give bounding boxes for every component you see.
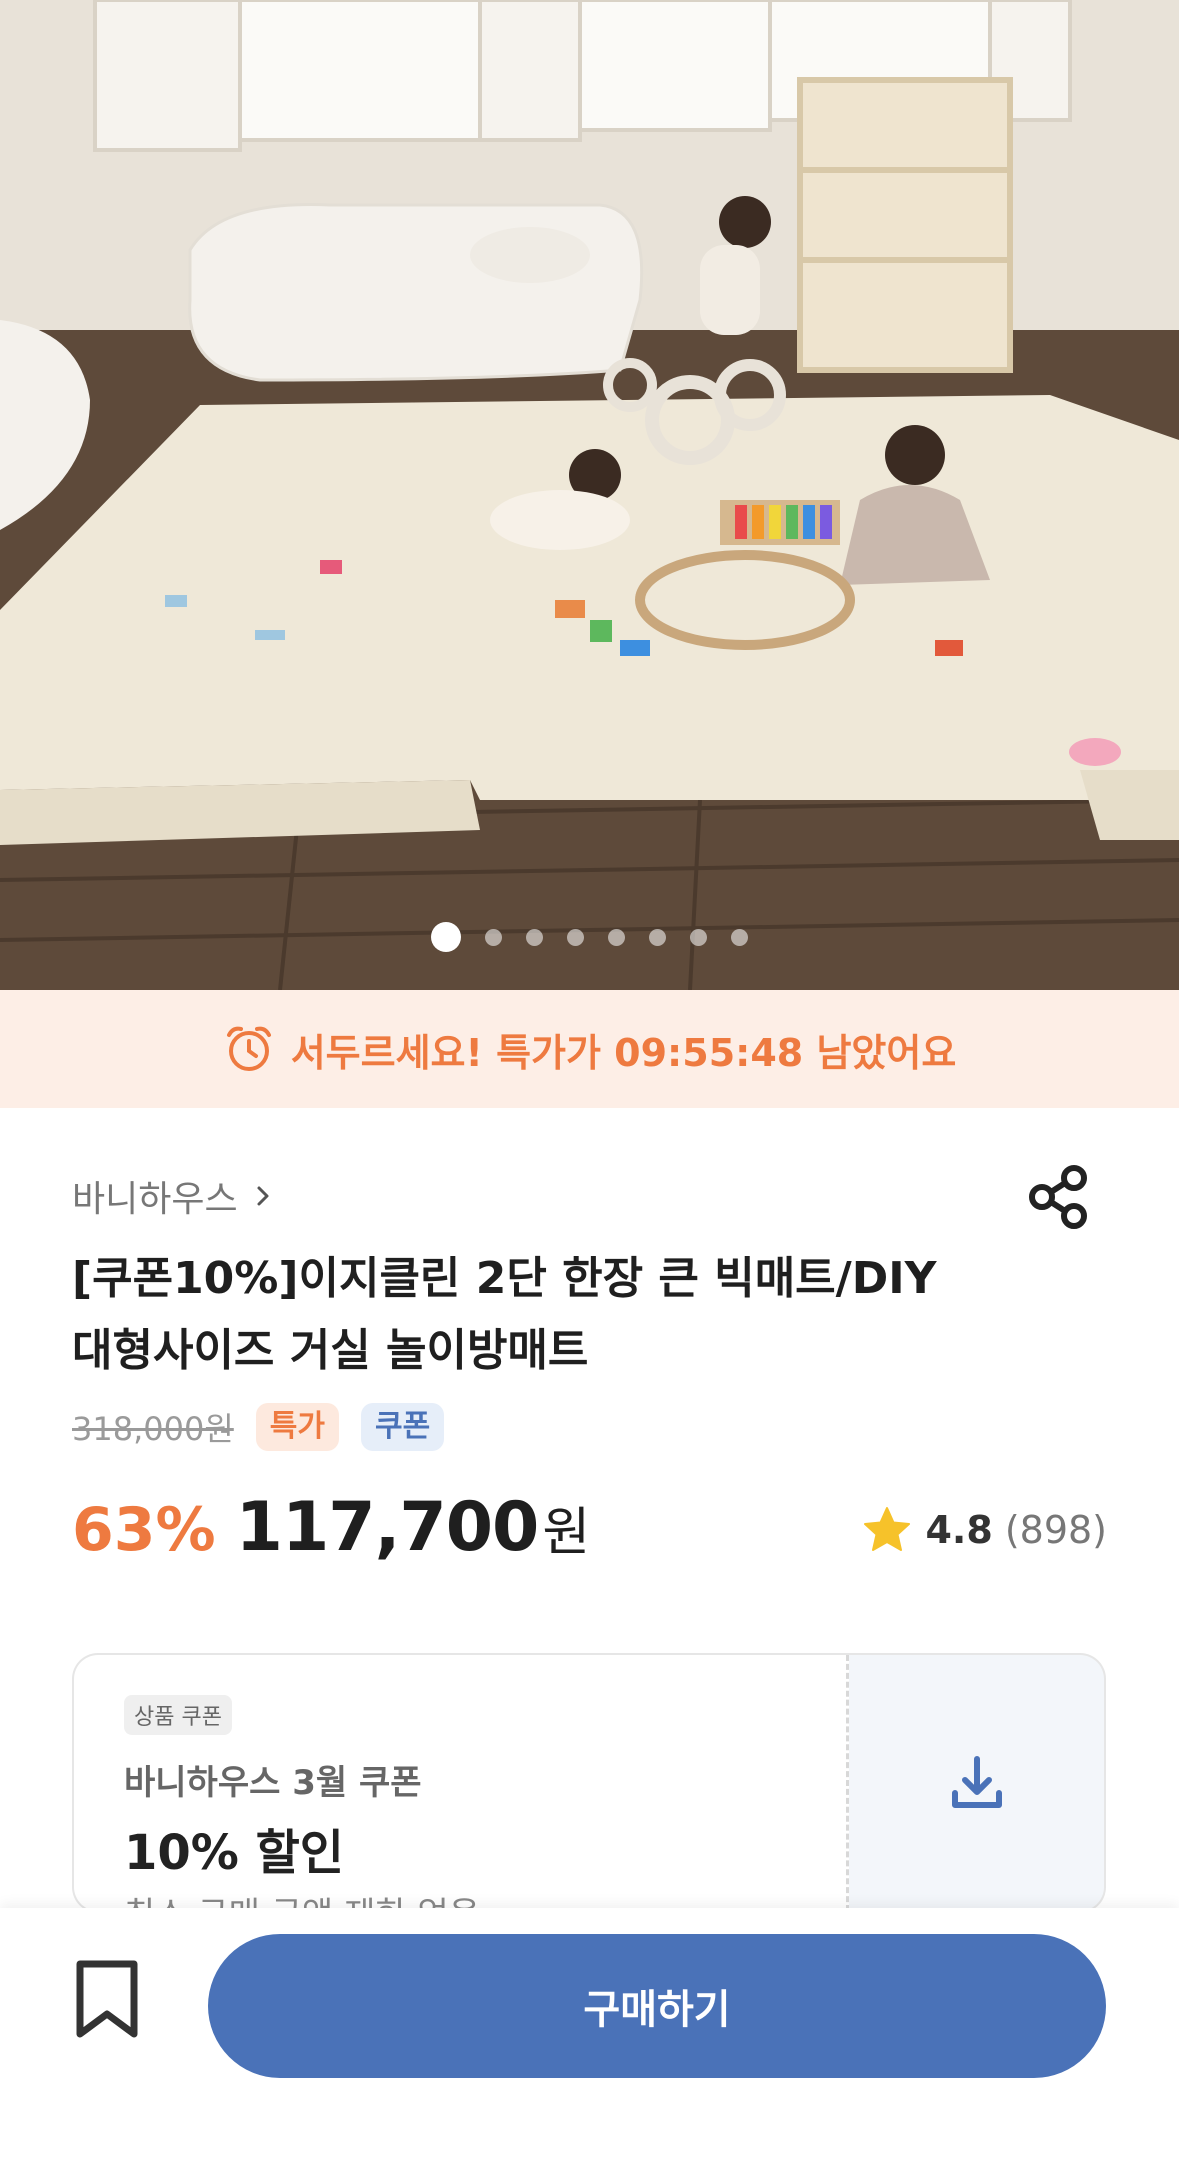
- coupon-badge: 상품 쿠폰: [124, 1695, 232, 1735]
- sale-tag: 특가: [255, 1403, 339, 1451]
- coupon-tag: 쿠폰: [360, 1403, 445, 1451]
- product-title-line1: [쿠폰10%]이지클린 2단 한장 큰 빅매트/DIY: [72, 1253, 937, 1304]
- original-price-row: 318,000원 특가 쿠폰: [72, 1403, 445, 1451]
- rating-score: 4.8: [925, 1508, 993, 1552]
- bookmark-icon[interactable]: [72, 1958, 142, 2040]
- buy-button[interactable]: 구매하기: [208, 1934, 1106, 2078]
- coupon-card: 상품 쿠폰 바니하우스 3월 쿠폰 10% 할인 최소 구매 금액 제한 없음: [72, 1653, 849, 1913]
- product-title: [쿠폰10%]이지클린 2단 한장 큰 빅매트/DIY 대형사이즈 거실 놀이방…: [72, 1243, 1052, 1387]
- carousel-dot[interactable]: [567, 928, 584, 946]
- carousel-dot[interactable]: [526, 928, 543, 946]
- bottom-action-bar: 구매하기: [0, 1908, 1179, 2176]
- sale-price: 117,700: [235, 1488, 540, 1567]
- product-detail-page: 서두르세요! 특가가 09:55:48 남았어요 바니하우스 [쿠폰10%]이지…: [0, 0, 1179, 2176]
- deal-countdown-text: 서두르세요! 특가가 09:55:48 남았어요: [290, 1030, 957, 1075]
- download-icon: [951, 1756, 1002, 1808]
- discount-rate: 63%: [72, 1495, 216, 1565]
- coupon-value: 10% 할인: [124, 1825, 344, 1881]
- coupon-download-button[interactable]: [849, 1653, 1106, 1913]
- chevron-right-icon: [257, 1186, 269, 1206]
- carousel-dot[interactable]: [731, 928, 748, 946]
- carousel-dot[interactable]: [690, 928, 707, 946]
- price-row: 63% 117,700 원: [72, 1488, 590, 1567]
- carousel-dot[interactable]: [608, 928, 625, 946]
- carousel-dot[interactable]: [485, 928, 502, 946]
- carousel-indicator: [0, 922, 1179, 952]
- product-image-carousel[interactable]: [0, 0, 1179, 990]
- brand-link[interactable]: 바니하우스: [72, 1170, 274, 1222]
- product-photo: [0, 0, 1179, 990]
- review-count: (898): [1004, 1508, 1107, 1552]
- share-icon[interactable]: [1024, 1162, 1094, 1232]
- product-title-line2: 대형사이즈 거실 놀이방매트: [72, 1325, 589, 1376]
- carousel-dot[interactable]: [649, 928, 666, 946]
- currency-unit: 원: [542, 1503, 591, 1563]
- carousel-dot-active[interactable]: [431, 922, 461, 952]
- alarm-clock-icon: [226, 1026, 271, 1071]
- coupon-name: 바니하우스 3월 쿠폰: [124, 1763, 422, 1803]
- brand-name: 바니하우스: [72, 1179, 238, 1220]
- rating-summary[interactable]: 4.8 (898): [861, 1504, 1107, 1556]
- star-icon: [864, 1507, 911, 1551]
- original-price: 318,000원: [72, 1410, 234, 1448]
- deal-countdown-banner: 서두르세요! 특가가 09:55:48 남았어요: [0, 990, 1179, 1108]
